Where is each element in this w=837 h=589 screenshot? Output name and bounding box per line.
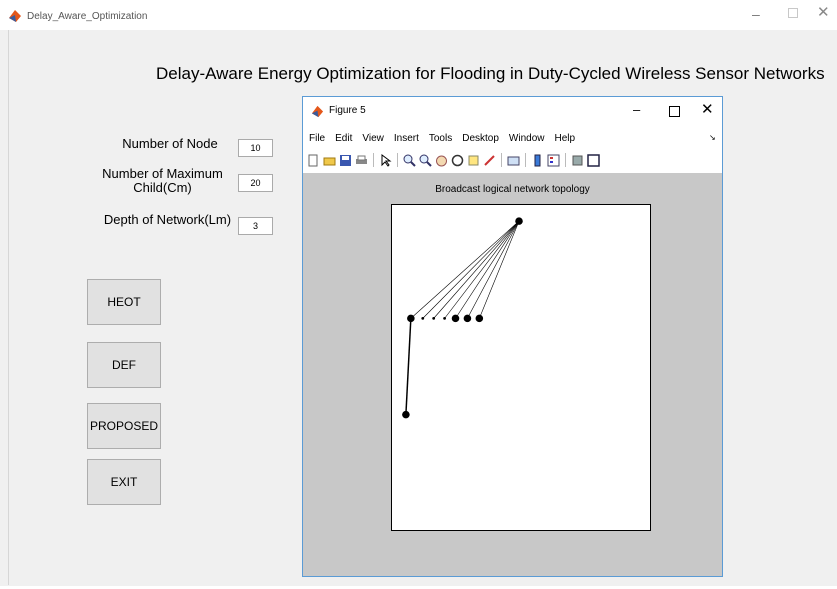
menu-help[interactable]: Help [555, 133, 576, 147]
menu-desktop[interactable]: Desktop [462, 133, 499, 147]
node [451, 314, 460, 323]
max-child-input[interactable]: 20 [238, 174, 273, 192]
zoom-out-icon[interactable] [419, 154, 432, 167]
window-border [8, 30, 9, 585]
dock-arrow-icon[interactable]: ↘ [709, 133, 716, 142]
data-cursor-icon[interactable] [467, 154, 480, 167]
menu-edit[interactable]: Edit [335, 133, 352, 147]
menu-window[interactable]: Window [509, 133, 545, 147]
figure-close-button[interactable]: ✕ [701, 100, 714, 118]
edge-line [405, 318, 412, 415]
new-file-icon[interactable] [307, 154, 320, 167]
node [475, 314, 484, 323]
heot-button[interactable]: HEOT [87, 279, 161, 325]
nodes-label: Number of Node [122, 136, 218, 151]
figure-window[interactable]: Figure 5 – ✕ File Edit View Insert Tools… [302, 96, 723, 577]
page-title: Delay-Aware Energy Optimization for Floo… [156, 64, 825, 83]
show-tools-icon[interactable] [587, 153, 600, 167]
node [407, 314, 415, 323]
matlab-icon [9, 10, 21, 22]
figure-menu-bar: File Edit View Insert Tools Desktop Wind… [309, 133, 575, 147]
topology-plot[interactable] [391, 204, 651, 531]
edge-line [433, 220, 520, 319]
figure-title: Figure 5 [329, 105, 366, 116]
window-title: Delay_Aware_Optimization [27, 11, 148, 22]
close-button[interactable]: ✕ [817, 3, 830, 21]
edge-line [422, 220, 520, 319]
node [421, 316, 425, 320]
colorbar-icon[interactable] [531, 154, 544, 167]
print-icon[interactable] [355, 154, 368, 167]
menu-tools[interactable]: Tools [429, 133, 452, 147]
edge-line [444, 220, 520, 319]
toolbar-separator [373, 153, 374, 167]
minimize-button[interactable]: – [752, 6, 760, 22]
node [463, 314, 472, 323]
figure-maximize-button[interactable] [669, 106, 680, 117]
link-icon[interactable] [507, 154, 520, 167]
matlab-icon [311, 105, 324, 118]
menu-view[interactable]: View [362, 133, 384, 147]
node [443, 316, 446, 320]
toolbar-separator [397, 153, 398, 167]
proposed-button[interactable]: PROPOSED [87, 403, 161, 449]
figure-canvas: Broadcast logical network topology [303, 173, 722, 576]
figure-minimize-button[interactable]: – [633, 102, 640, 117]
rotate-icon[interactable] [451, 154, 464, 167]
max-child-label: Number of Maximum Child(Cm) [102, 166, 223, 195]
root-node [515, 217, 523, 225]
toolbar-separator [565, 153, 566, 167]
depth-label: Depth of Network(Lm) [103, 212, 232, 227]
nodes-input[interactable]: 10 [238, 139, 273, 157]
depth-input[interactable]: 3 [238, 217, 273, 235]
edge-line [479, 221, 520, 319]
node [402, 410, 410, 419]
node [432, 316, 436, 320]
maximize-button[interactable] [788, 8, 798, 18]
brush-icon[interactable] [483, 154, 496, 167]
axes-title: Broadcast logical network topology [435, 184, 590, 195]
menu-file[interactable]: File [309, 133, 325, 147]
edge-line [467, 220, 520, 319]
zoom-in-icon[interactable] [403, 154, 416, 167]
toolbar-separator [501, 153, 502, 167]
open-folder-icon[interactable] [323, 154, 336, 167]
legend-icon[interactable] [547, 154, 560, 167]
exit-button[interactable]: EXIT [87, 459, 161, 505]
figure-toolbar [307, 152, 600, 168]
def-button[interactable]: DEF [87, 342, 161, 388]
menu-insert[interactable]: Insert [394, 133, 419, 147]
save-icon[interactable] [339, 154, 352, 167]
toolbar-separator [525, 153, 526, 167]
pointer-icon[interactable] [379, 153, 392, 167]
pan-icon[interactable] [435, 154, 448, 167]
hide-tools-icon[interactable] [571, 154, 584, 167]
